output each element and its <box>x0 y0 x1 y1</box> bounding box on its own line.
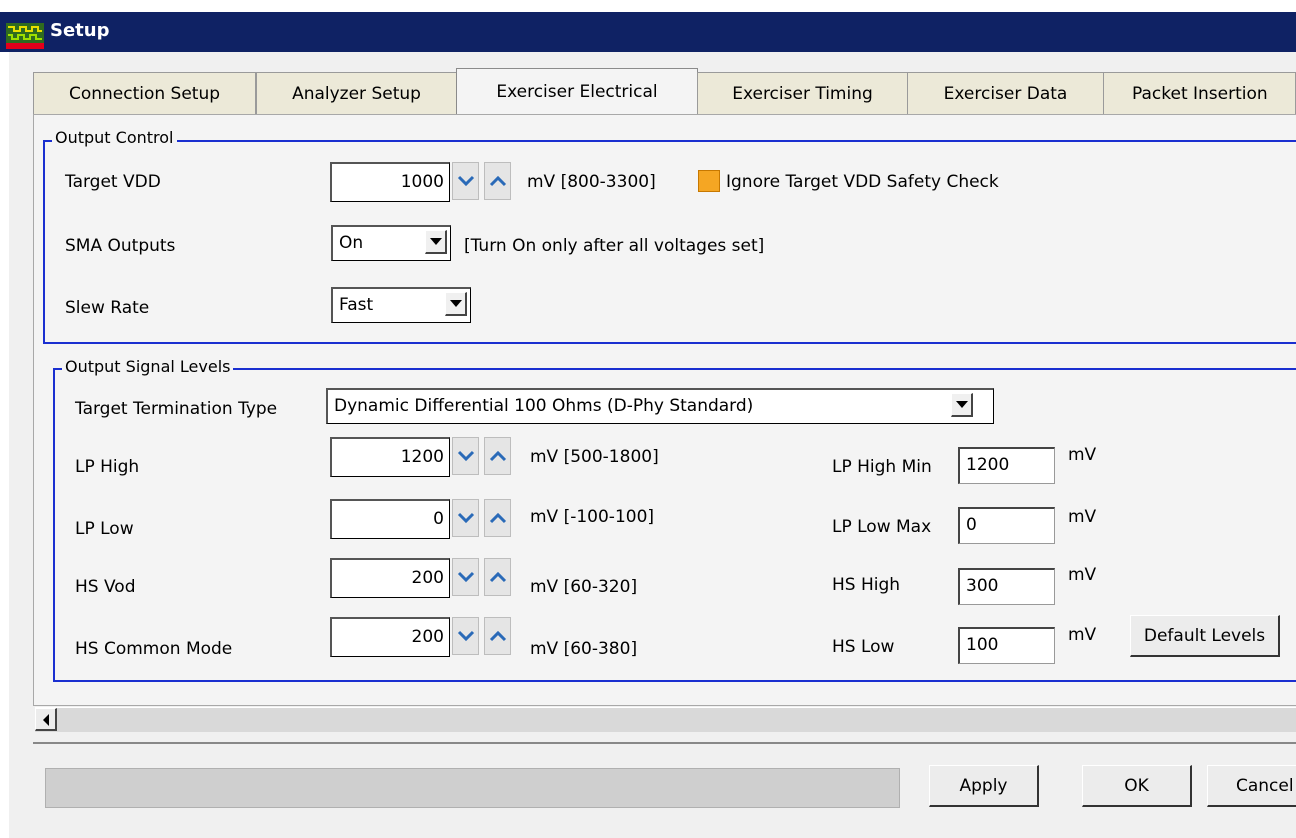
lp-low-max-unit: mV <box>1068 507 1097 527</box>
arrow-left-icon <box>43 714 49 726</box>
hs-low-label: HS Low <box>832 637 895 657</box>
chevron-down-icon <box>457 450 475 462</box>
hs-common-mode-range: mV [60-380] <box>530 639 638 659</box>
lp-low-max-input[interactable]: 0 <box>958 507 1055 544</box>
lp-low-max-label: LP Low Max <box>832 517 932 537</box>
sma-outputs-value: On <box>339 233 364 253</box>
lp-high-input[interactable]: 1200 <box>330 437 450 477</box>
lp-low-label: LP Low <box>75 519 134 539</box>
lp-high-min-input[interactable]: 1200 <box>958 447 1055 484</box>
hs-vod-range: mV [60-320] <box>530 577 638 597</box>
output-control-legend: Output Control <box>52 129 177 147</box>
hs-vod-input[interactable]: 200 <box>330 558 450 598</box>
lp-low-decrement[interactable] <box>452 499 479 537</box>
chevron-down-icon <box>457 512 475 524</box>
hs-low-unit: mV <box>1068 625 1097 645</box>
ignore-vdd-check-checkbox[interactable] <box>698 170 720 192</box>
target-vdd-decrement[interactable] <box>452 162 479 200</box>
lp-high-label: LP High <box>75 457 140 477</box>
target-vdd-label: Target VDD <box>65 172 161 192</box>
tab-label: Exerciser Electrical <box>496 82 658 102</box>
tab-label: Exerciser Data <box>943 83 1068 104</box>
hs-vod-increment[interactable] <box>484 558 511 596</box>
separator <box>33 742 1296 744</box>
tab-label: Packet Insertion <box>1132 83 1268 104</box>
slew-rate-value: Fast <box>339 295 374 315</box>
status-bar <box>45 768 900 808</box>
lp-high-increment[interactable] <box>484 437 511 475</box>
termination-type-select[interactable]: Dynamic Differential 100 Ohms (D-Phy Sta… <box>326 388 994 424</box>
apply-button[interactable]: Apply <box>929 765 1039 807</box>
chevron-up-icon <box>489 175 507 187</box>
hs-common-mode-increment[interactable] <box>484 617 511 655</box>
scroll-left-button[interactable] <box>35 708 57 731</box>
hs-common-mode-input[interactable]: 200 <box>330 617 450 657</box>
tab-connection-setup[interactable]: Connection Setup <box>33 72 256 114</box>
target-vdd-range: mV [800-3300] <box>527 172 656 192</box>
tab-label: Analyzer Setup <box>292 83 421 104</box>
tab-label: Connection Setup <box>68 83 221 104</box>
dropdown-button[interactable] <box>951 393 973 417</box>
sma-outputs-label: SMA Outputs <box>65 236 176 256</box>
lp-high-range: mV [500-1800] <box>530 447 659 467</box>
horizontal-scrollbar[interactable] <box>35 707 1296 732</box>
chevron-down-icon <box>457 571 475 583</box>
lp-low-input[interactable]: 0 <box>330 499 450 539</box>
dropdown-arrow-icon <box>450 300 462 307</box>
cancel-button[interactable]: Cancel <box>1207 765 1296 807</box>
hs-high-label: HS High <box>832 575 901 595</box>
tab-analyzer-setup[interactable]: Analyzer Setup <box>256 72 457 114</box>
title-bar[interactable]: Setup <box>0 12 1296 52</box>
hs-low-input[interactable]: 100 <box>958 627 1055 664</box>
slew-rate-label: Slew Rate <box>65 298 150 318</box>
chevron-up-icon <box>489 512 507 524</box>
ok-button[interactable]: OK <box>1082 765 1192 807</box>
target-vdd-input[interactable]: 1000 <box>330 162 450 202</box>
chevron-up-icon <box>489 630 507 642</box>
lp-high-min-label: LP High Min <box>832 457 932 477</box>
tab-exerciser-data[interactable]: Exerciser Data <box>907 72 1104 114</box>
default-levels-button[interactable]: Default Levels <box>1130 615 1280 657</box>
dropdown-button[interactable] <box>445 292 467 316</box>
tab-exerciser-electrical[interactable]: Exerciser Electrical <box>456 68 698 115</box>
slew-rate-select[interactable]: Fast <box>331 287 471 323</box>
output-signal-levels-legend: Output Signal Levels <box>62 358 234 376</box>
tab-label: Exerciser Timing <box>732 83 873 104</box>
termination-type-value: Dynamic Differential 100 Ohms (D-Phy Sta… <box>334 396 754 416</box>
termination-type-label: Target Termination Type <box>75 399 278 419</box>
app-logo-icon <box>6 23 44 49</box>
chevron-up-icon <box>489 450 507 462</box>
window-title: Setup <box>50 20 110 41</box>
dropdown-arrow-icon <box>430 238 442 245</box>
chevron-up-icon <box>489 571 507 583</box>
hs-vod-label: HS Vod <box>75 577 136 597</box>
sma-outputs-note: [Turn On only after all voltages set] <box>464 236 765 256</box>
lp-low-increment[interactable] <box>484 499 511 537</box>
chevron-down-icon <box>457 175 475 187</box>
chevron-down-icon <box>457 630 475 642</box>
lp-low-range: mV [-100-100] <box>530 507 655 527</box>
tab-packet-insertion[interactable]: Packet Insertion <box>1103 72 1296 114</box>
lp-high-min-unit: mV <box>1068 445 1097 465</box>
lp-high-decrement[interactable] <box>452 437 479 475</box>
hs-high-input[interactable]: 300 <box>958 568 1055 605</box>
dropdown-arrow-icon <box>956 401 968 408</box>
tab-exerciser-timing[interactable]: Exerciser Timing <box>697 72 908 114</box>
sma-outputs-select[interactable]: On <box>331 225 451 261</box>
hs-common-mode-label: HS Common Mode <box>75 639 233 659</box>
hs-common-mode-decrement[interactable] <box>452 617 479 655</box>
ignore-vdd-check-label: Ignore Target VDD Safety Check <box>726 172 999 192</box>
target-vdd-increment[interactable] <box>484 162 511 200</box>
hs-high-unit: mV <box>1068 565 1097 585</box>
hs-vod-decrement[interactable] <box>452 558 479 596</box>
dropdown-button[interactable] <box>425 230 447 254</box>
